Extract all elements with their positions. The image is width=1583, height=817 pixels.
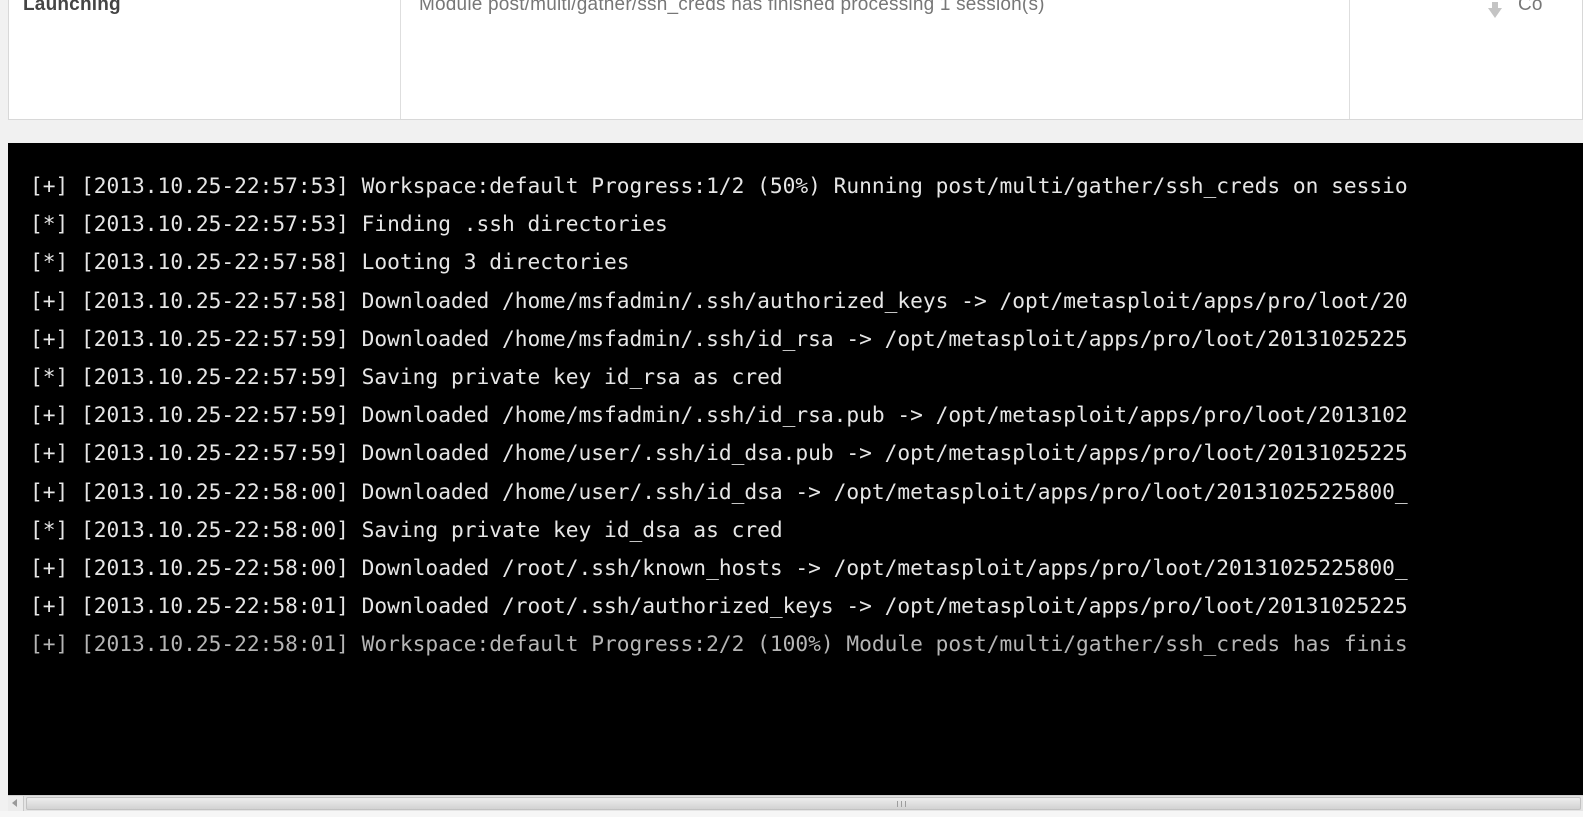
- console-line: [+] [2013.10.25-22:58:01] Workspace:defa…: [30, 631, 1408, 657]
- console-line: [+] [2013.10.25-22:58:00] Downloaded /ho…: [30, 478, 1408, 504]
- console-line: [+] [2013.10.25-22:58:01] Downloaded /ro…: [30, 593, 1408, 619]
- chevron-left-icon: [12, 799, 17, 807]
- horizontal-scrollbar[interactable]: [8, 795, 1583, 811]
- console-line: [+] [2013.10.25-22:57:59] Downloaded /ho…: [30, 325, 1408, 351]
- status-cell: Launching: [9, 0, 401, 119]
- grip-icon: [897, 801, 906, 807]
- message-cell: Module post/multi/gather/ssh_creds has f…: [401, 0, 1350, 119]
- console-line: [*] [2013.10.25-22:57:59] Saving private…: [30, 363, 783, 389]
- page-bottom-edge: [0, 811, 1583, 817]
- scroll-left-button[interactable]: [8, 796, 24, 811]
- action-cell[interactable]: Co: [1350, 0, 1582, 119]
- console-line: [+] [2013.10.25-22:57:58] Downloaded /ho…: [30, 287, 1408, 313]
- console-line: [+] [2013.10.25-22:57:59] Downloaded /ho…: [30, 440, 1408, 466]
- console-line: [+] [2013.10.25-22:57:59] Downloaded /ho…: [30, 402, 1408, 428]
- scrollbar-thumb[interactable]: [26, 797, 1581, 810]
- task-status-table: Launching Module post/multi/gather/ssh_c…: [8, 0, 1583, 120]
- action-label[interactable]: Co: [1518, 0, 1543, 16]
- console-line: [+] [2013.10.25-22:58:00] Downloaded /ro…: [30, 554, 1408, 580]
- console-log-list: [+] [2013.10.25-22:57:53] Workspace:defa…: [30, 169, 1408, 665]
- console-line: [*] [2013.10.25-22:57:53] Finding .ssh d…: [30, 211, 668, 237]
- task-status-label: Launching: [23, 0, 121, 15]
- task-console-output[interactable]: [+] [2013.10.25-22:57:53] Workspace:defa…: [8, 143, 1583, 795]
- console-line: [*] [2013.10.25-22:57:58] Looting 3 dire…: [30, 249, 630, 275]
- console-line: [+] [2013.10.25-22:57:53] Workspace:defa…: [30, 173, 1408, 198]
- download-arrow-icon[interactable]: [1484, 2, 1506, 24]
- task-message: Module post/multi/gather/ssh_creds has f…: [419, 0, 1045, 15]
- console-line: [*] [2013.10.25-22:58:00] Saving private…: [30, 516, 783, 542]
